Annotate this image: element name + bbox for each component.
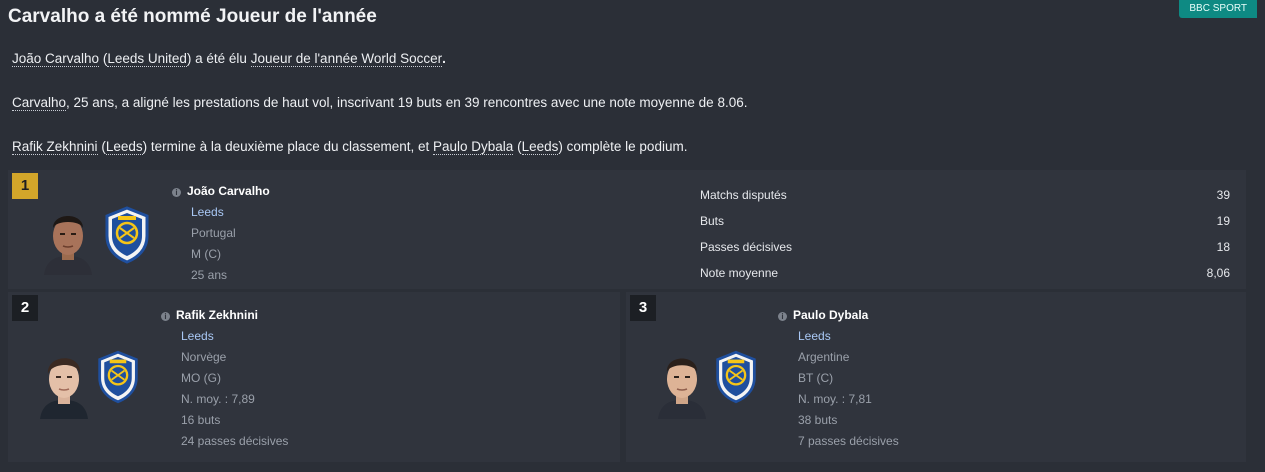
info-icon[interactable]: i [172,188,181,197]
club-crest-icon[interactable] [714,350,758,404]
page-title: Carvalho a été nommé Joueur de l'année [8,6,377,27]
stat-value: 8,06 [1206,266,1230,280]
player-position: BT (C) [798,371,834,385]
stat-label: Matchs disputés [700,188,787,202]
stat-row: Passes décisives 18 [700,234,1230,260]
club-link[interactable]: Leeds United [107,51,187,67]
source-badge: BBC SPORT [1179,0,1257,18]
stat-value: 19 [1216,214,1230,228]
second-place-panel: 2 i Rafik Zekhnini Leeds Norvège MO (G) N… [8,292,620,462]
player-name-text: João Carvalho [187,184,270,198]
player-portrait[interactable] [652,344,712,419]
player-position: MO (G) [181,371,221,385]
player-link[interactable]: Rafik Zekhnini [12,139,98,155]
player-assists: 7 passes décisives [798,434,899,448]
text-fragment: , 25 ans, a aligné les prestations de ha… [66,95,748,110]
text-fragment: . [442,51,446,66]
stat-row: Matchs disputés 39 [700,182,1230,208]
player-link[interactable]: Carvalho [12,95,67,111]
club-link[interactable]: Leeds [521,139,559,155]
player-position: M (C) [191,247,221,261]
player-assists: 24 passes décisives [181,434,289,448]
article-paragraph-1: João Carvalho (Leeds United) a été élu J… [12,51,446,67]
player-nationality: Norvège [181,350,227,364]
player-goals: 38 buts [798,413,838,427]
info-icon[interactable]: i [778,312,787,321]
stat-label: Passes décisives [700,240,793,254]
award-link[interactable]: Joueur de l'année World Soccer [250,51,443,67]
player-age: 25 ans [191,268,228,282]
text-fragment: termine à la deuxième place du classemen… [147,139,434,154]
stat-row: Buts 19 [700,208,1230,234]
player-nationality: Argentine [798,350,850,364]
stat-value: 18 [1216,240,1230,254]
winner-panel: 1 i João Carvalho Leeds Portugal M (C) 25… [8,170,1246,289]
player-rating: N. moy. : 7,89 [181,392,255,406]
player-name[interactable]: i João Carvalho [172,181,270,202]
player-name[interactable]: i Paulo Dybala [778,305,899,326]
player-rating: N. moy. : 7,81 [798,392,872,406]
club-link[interactable]: Leeds [172,202,270,223]
winner-stats: Matchs disputés 39 Buts 19 Passes décisive… [700,182,1230,286]
stat-value: 39 [1216,188,1230,202]
player-name-text: Paulo Dybala [793,308,869,322]
player-nationality: Portugal [191,226,236,240]
stat-label: Buts [700,214,725,228]
third-place-panel: 3 i Paulo Dybala Leeds Argentine BT (C) N… [626,292,1246,462]
club-crest-icon[interactable] [103,206,151,264]
player-name-text: Rafik Zekhnini [176,308,259,322]
article-paragraph-2: Carvalho, 25 ans, a aligné les prestatio… [12,95,748,111]
player-link[interactable]: João Carvalho [12,51,100,67]
club-link[interactable]: Leeds [778,326,899,347]
club-crest-icon[interactable] [96,350,140,404]
article-paragraph-3: Rafik Zekhnini (Leeds) termine à la deux… [12,139,688,155]
rank-badge: 1 [12,173,38,199]
club-link[interactable]: Leeds [161,326,288,347]
stat-label: Note moyenne [700,266,779,280]
info-icon[interactable]: i [161,312,170,321]
club-link[interactable]: Leeds [105,139,143,155]
rank-badge: 3 [630,295,656,321]
rank-badge: 2 [12,295,38,321]
player-goals: 16 buts [181,413,221,427]
player-link[interactable]: Paulo Dybala [433,139,514,155]
text-fragment: complète le podium. [562,139,688,154]
text-fragment: a été élu [191,51,251,66]
player-name[interactable]: i Rafik Zekhnini [161,305,288,326]
player-portrait[interactable] [38,200,98,275]
stat-row: Note moyenne 8,06 [700,260,1230,286]
player-portrait[interactable] [34,344,94,419]
